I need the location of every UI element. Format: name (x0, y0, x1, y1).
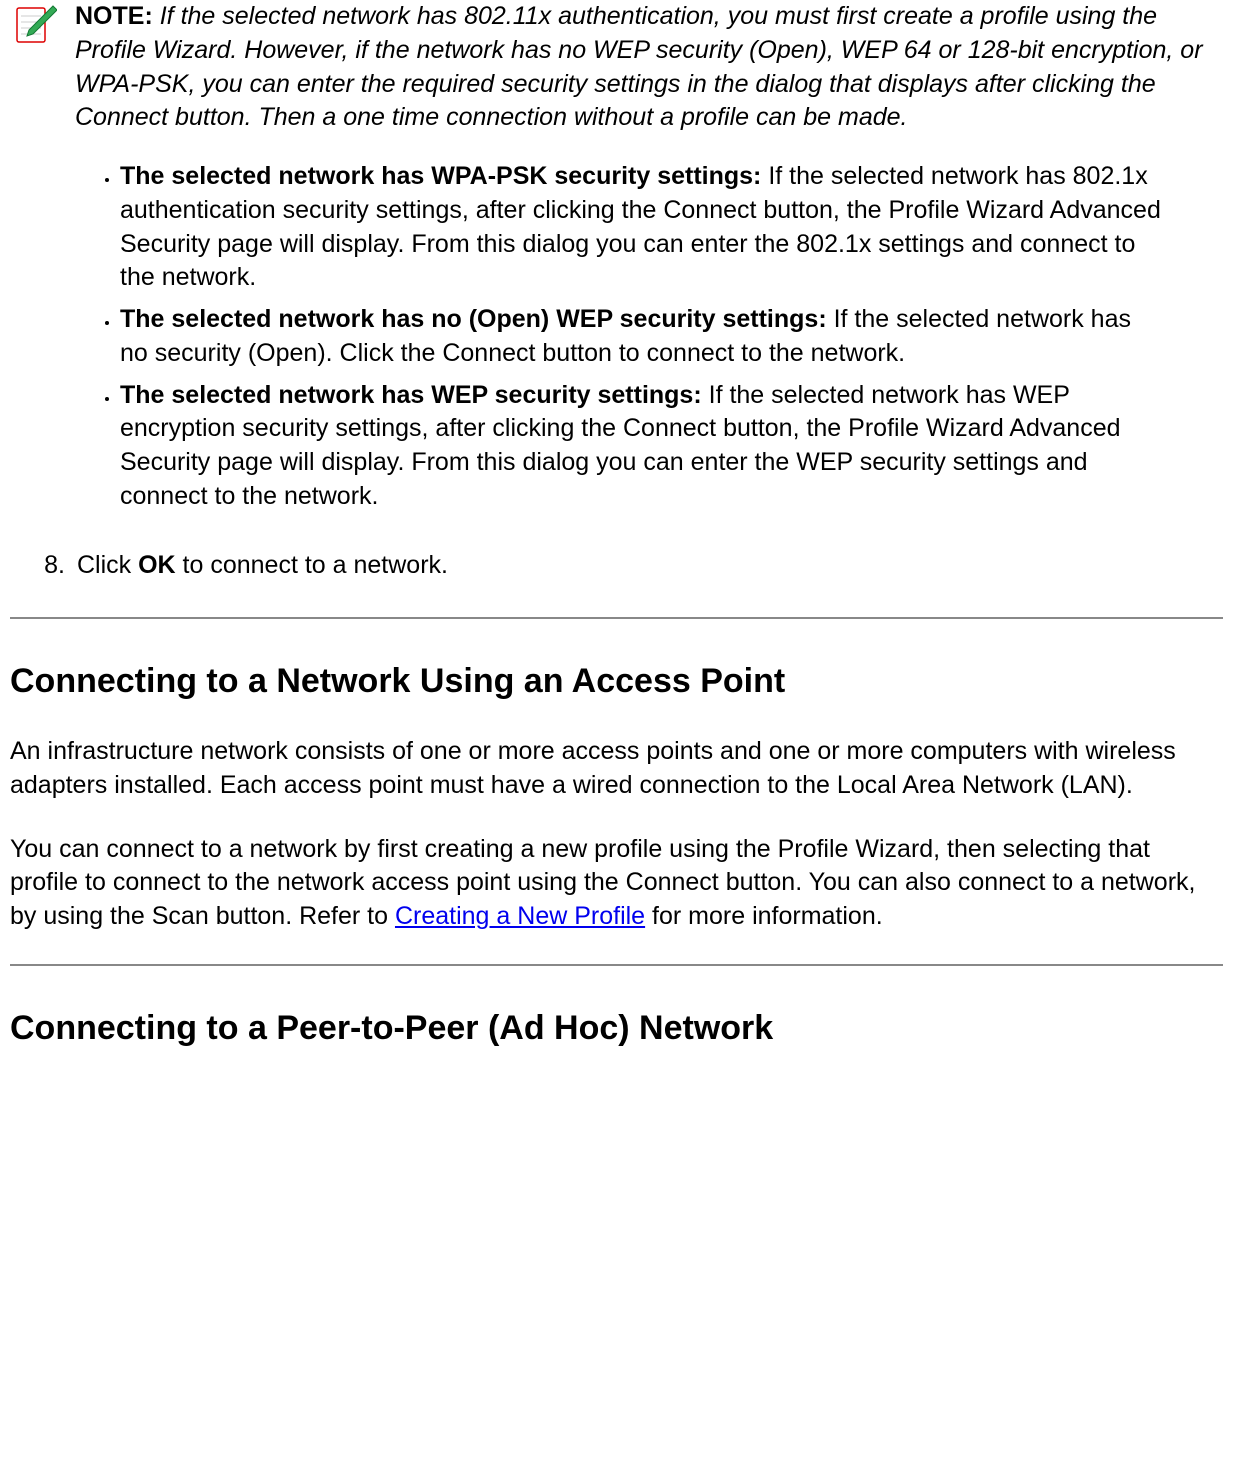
heading-access-point: Connecting to a Network Using an Access … (10, 659, 1223, 705)
bullet-title: The selected network has no (Open) WEP s… (120, 305, 827, 333)
list-item: The selected network has WEP security se… (120, 379, 1203, 514)
bullet-title: The selected network has WEP security se… (120, 381, 702, 409)
creating-new-profile-link[interactable]: Creating a New Profile (395, 902, 645, 930)
list-item: The selected network has no (Open) WEP s… (120, 303, 1203, 371)
note-body: If the selected network has 802.11x auth… (75, 2, 1203, 131)
divider (10, 617, 1223, 619)
bullet-title: The selected network has WPA-PSK securit… (120, 162, 761, 190)
heading-adhoc: Connecting to a Peer-to-Peer (Ad Hoc) Ne… (10, 1006, 1223, 1052)
security-bullet-list: The selected network has WPA-PSK securit… (120, 160, 1203, 514)
note-icon (15, 0, 65, 56)
paragraph: You can connect to a network by first cr… (10, 833, 1203, 934)
note-block: NOTE: If the selected network has 802.11… (15, 0, 1203, 135)
step-number: 8. (15, 549, 65, 583)
note-label: NOTE: (75, 2, 153, 30)
list-item: The selected network has WPA-PSK securit… (120, 160, 1203, 295)
step-8: 8. Click OK to connect to a network. (15, 549, 1203, 583)
step-text: Click OK to connect to a network. (77, 549, 448, 583)
paragraph: An infrastructure network consists of on… (10, 735, 1203, 803)
note-text: NOTE: If the selected network has 802.11… (75, 0, 1203, 135)
divider (10, 964, 1223, 966)
